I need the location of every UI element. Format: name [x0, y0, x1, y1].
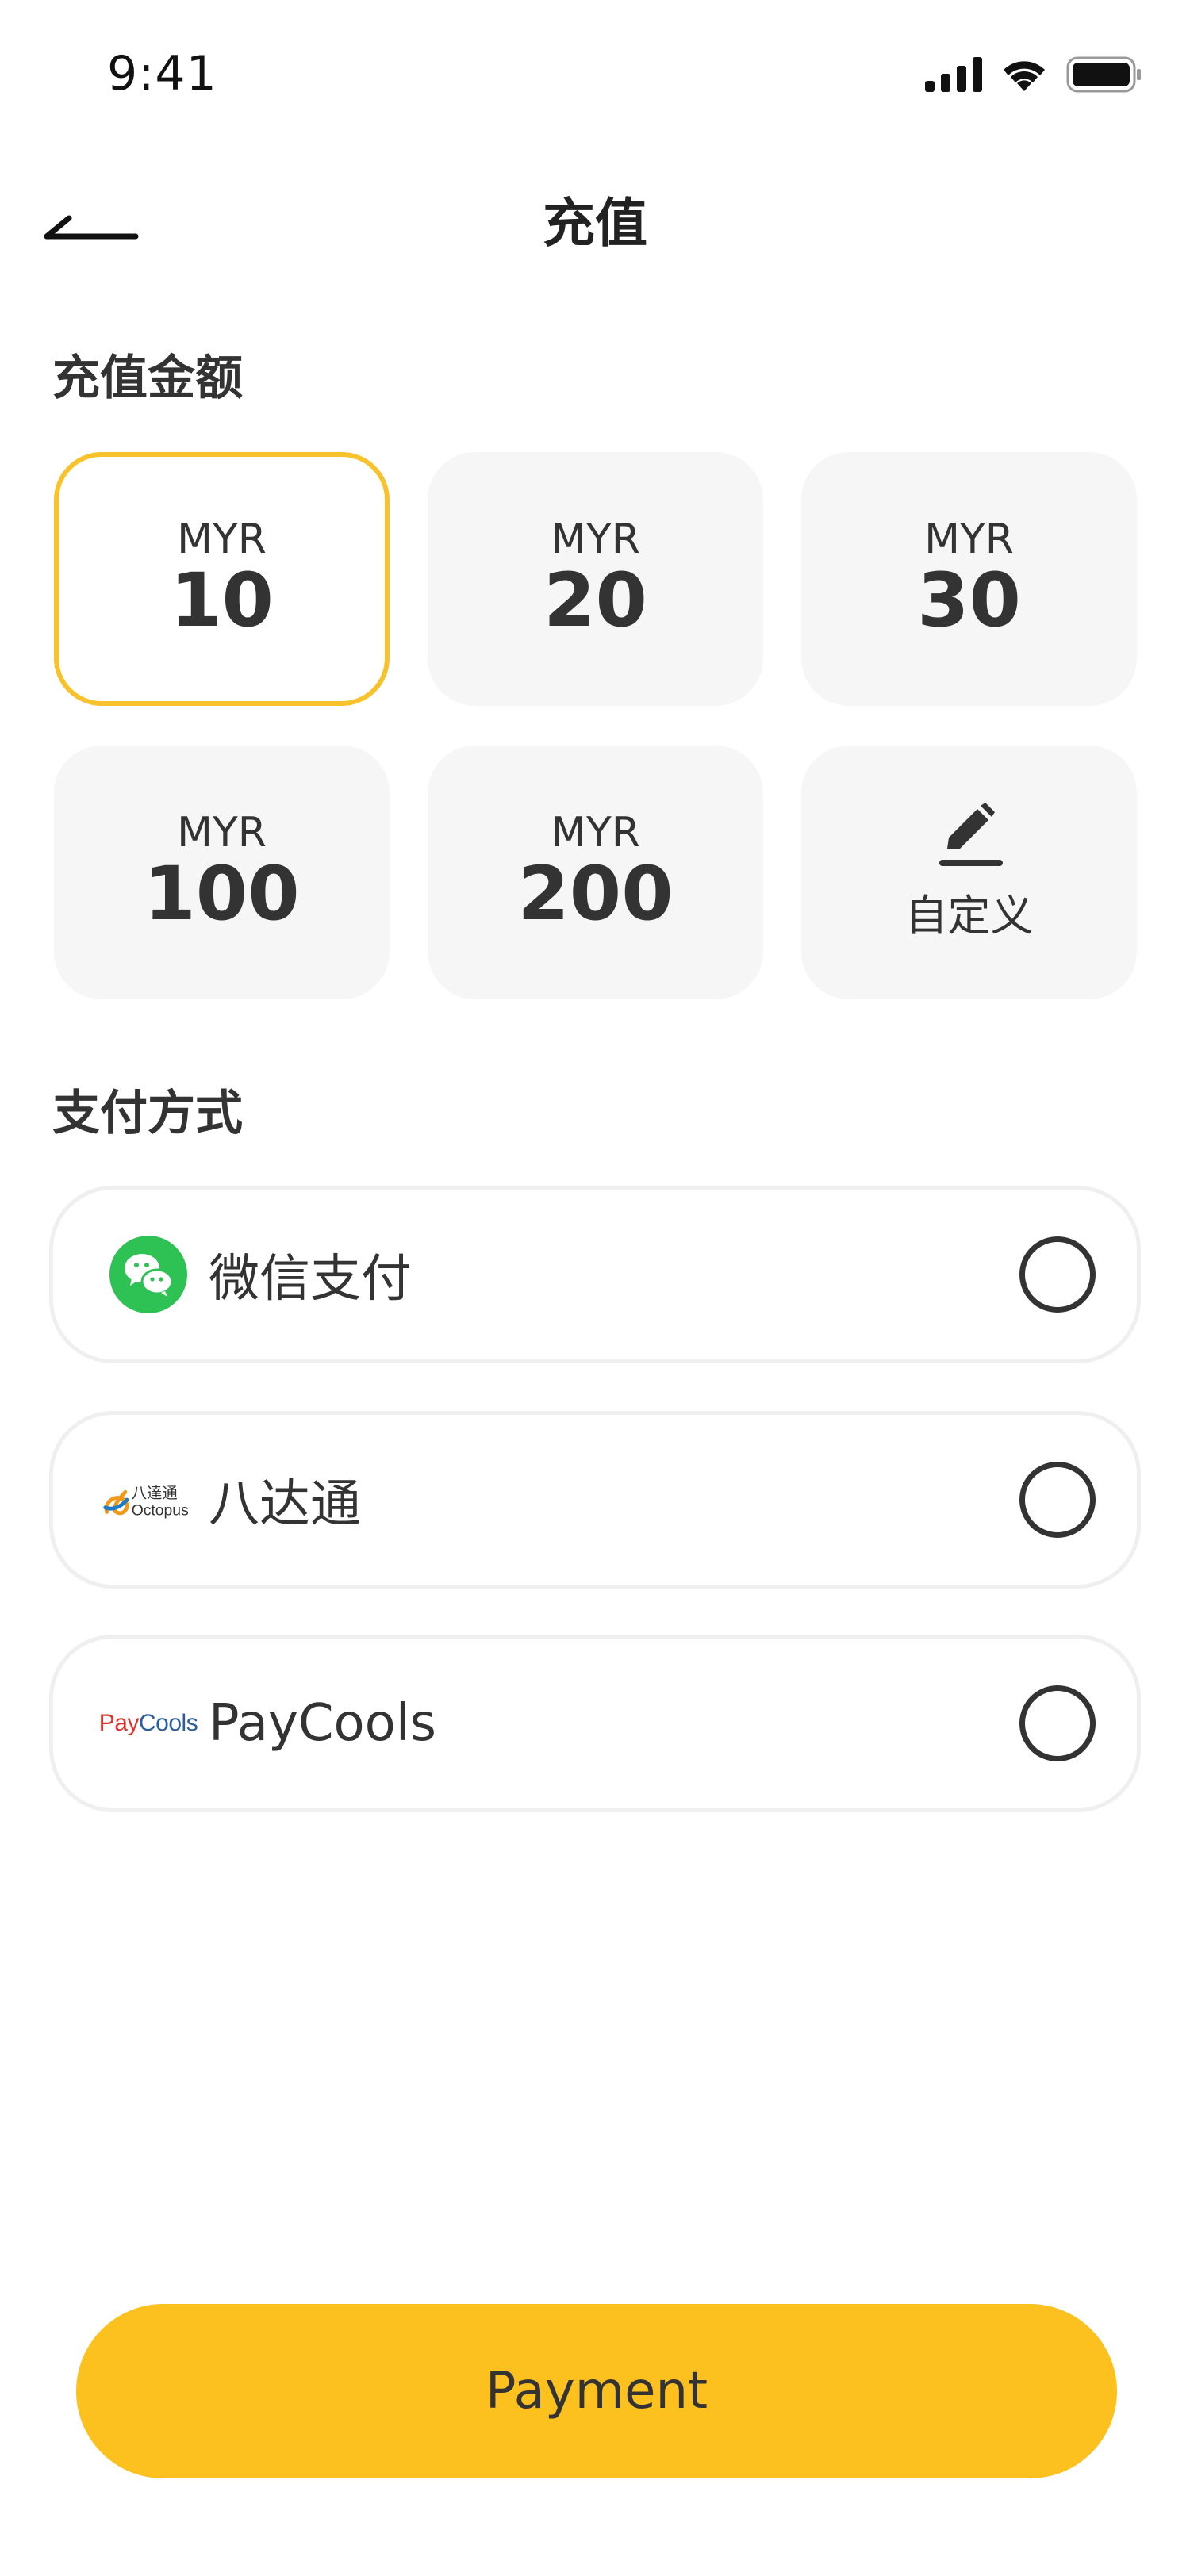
nav-bar: 充值: [0, 167, 1190, 262]
payment-radio-wechat[interactable]: [1019, 1236, 1096, 1313]
amount-value: 30: [917, 558, 1021, 645]
payment-radio-octopus[interactable]: [1019, 1462, 1096, 1538]
amount-value: 100: [144, 851, 300, 938]
paycools-logo: PayCools: [99, 1710, 198, 1737]
payment-method-label: PayCools: [209, 1694, 436, 1753]
payment-method-wechat[interactable]: 微信支付: [49, 1186, 1141, 1363]
amount-section-heading: 充值金额: [52, 351, 243, 406]
octopus-logo: 八達通 Octopus: [103, 1484, 189, 1519]
amount-value: 200: [517, 851, 674, 938]
amount-option-100[interactable]: MYR 100: [54, 746, 390, 999]
amount-option-200[interactable]: MYR 200: [428, 746, 763, 999]
payment-method-label: 八达通: [209, 1475, 361, 1534]
payment-radio-paycools[interactable]: [1019, 1685, 1096, 1761]
amount-currency: MYR: [924, 516, 1014, 564]
payment-method-list: 微信支付 八達通 Octopus 八达通 PayCools PayCools: [49, 1186, 1141, 1860]
amount-currency: MYR: [551, 809, 640, 857]
wifi-icon: [1004, 61, 1045, 91]
payment-button[interactable]: Payment: [76, 2304, 1117, 2478]
amount-value: 20: [543, 558, 647, 645]
octopus-logo-cn: 八達通: [132, 1484, 178, 1502]
payment-method-octopus[interactable]: 八達通 Octopus 八达通: [49, 1411, 1141, 1589]
paycools-logo-part-a: Pay: [98, 1710, 140, 1736]
amount-option-30[interactable]: MYR 30: [801, 452, 1137, 706]
custom-amount-label: 自定义: [904, 890, 1034, 941]
payment-method-paycools[interactable]: PayCools PayCools: [49, 1635, 1141, 1812]
payment-logo: [101, 1235, 196, 1314]
battery-icon: [1066, 56, 1141, 93]
amount-option-20[interactable]: MYR 20: [428, 452, 763, 706]
edit-pencil-icon: [939, 802, 1003, 866]
payment-logo: 八達通 Octopus: [101, 1460, 196, 1539]
amount-currency: MYR: [177, 516, 267, 564]
page-title: 充值: [543, 193, 647, 254]
amount-option-custom[interactable]: 自定义: [801, 746, 1137, 999]
wechat-pay-icon: [109, 1236, 187, 1313]
cellular-signal-icon: [925, 57, 982, 92]
amount-grid: MYR 10 MYR 20 MYR 30 MYR 100 MYR 200 自定义: [54, 452, 1138, 999]
payment-section-heading: 支付方式: [52, 1086, 243, 1141]
amount-currency: MYR: [177, 809, 267, 857]
octopus-logo-en: Octopus: [132, 1501, 189, 1519]
status-icons: [925, 54, 1142, 95]
paycools-logo-part-b: Cools: [139, 1710, 198, 1736]
amount-value: 10: [170, 558, 274, 645]
status-time: 9:41: [107, 46, 217, 102]
amount-currency: MYR: [551, 516, 640, 564]
payment-logo: PayCools: [99, 1684, 198, 1763]
payment-method-label: 微信支付: [209, 1250, 412, 1309]
status-bar: 9:41: [0, 0, 1190, 143]
amount-option-10[interactable]: MYR 10: [54, 452, 390, 706]
